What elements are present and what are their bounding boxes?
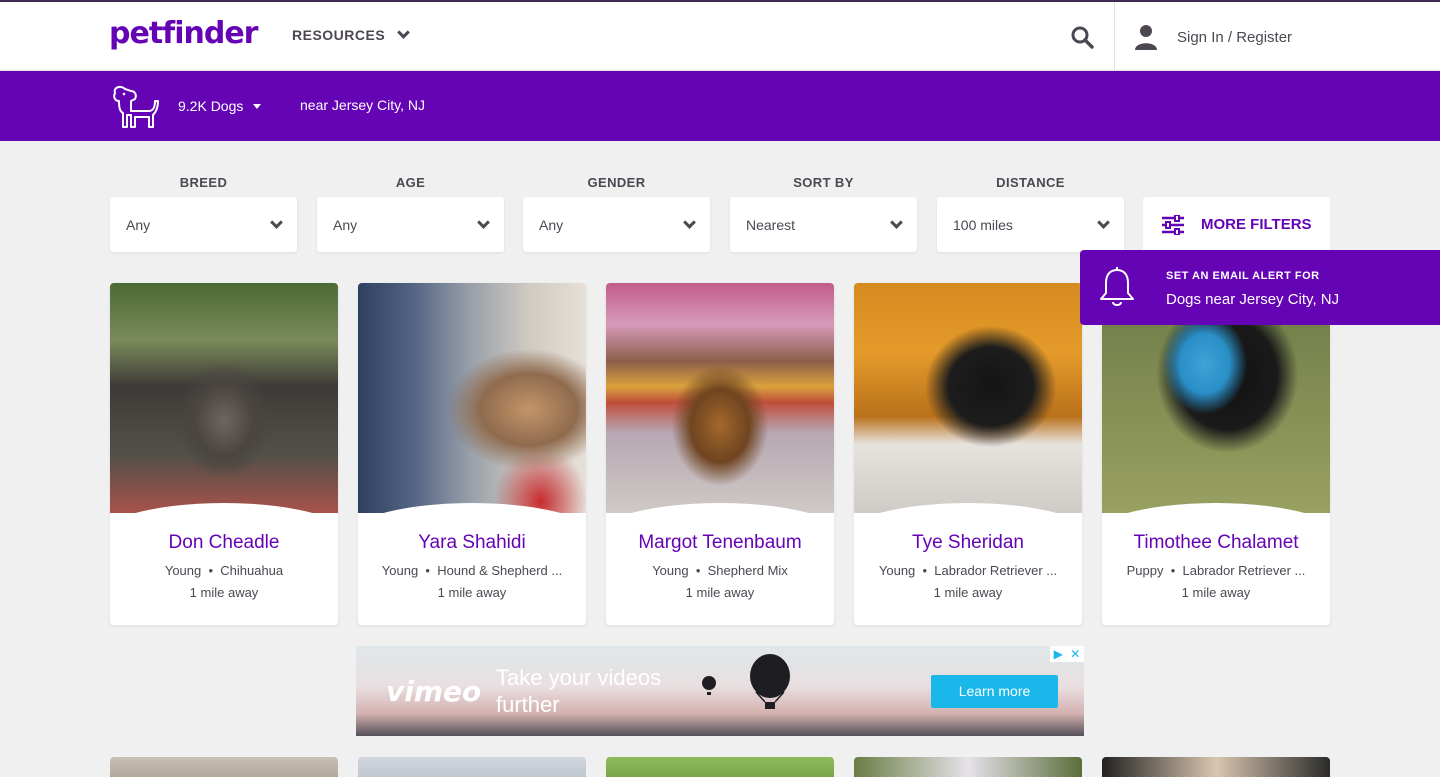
pet-photo xyxy=(606,283,834,513)
pet-card[interactable]: Don Cheadle Young • Chihuahua 1 mile awa… xyxy=(110,283,338,625)
filter-label: SORT BY xyxy=(793,175,854,190)
more-filters-button[interactable]: MORE FILTERS xyxy=(1143,197,1330,252)
filter-value: Any xyxy=(126,216,151,233)
ad-headline: Take your videos further xyxy=(496,665,662,717)
filter-label: BREED xyxy=(179,175,228,190)
pet-distance: 1 mile away xyxy=(685,585,755,600)
nav-divider xyxy=(1114,2,1115,72)
petfinder-logo[interactable]: petfinder xyxy=(109,16,258,51)
pet-card-partial[interactable] xyxy=(1102,757,1330,777)
pet-photo xyxy=(854,283,1082,513)
resources-menu[interactable]: RESOURCES xyxy=(292,26,411,43)
pet-distance: 1 mile away xyxy=(933,585,1003,600)
pet-age: Young xyxy=(652,563,689,578)
pet-name: Yara Shahidi xyxy=(418,532,526,553)
pet-name: Timothee Chalamet xyxy=(1133,532,1299,553)
pet-card[interactable]: Yara Shahidi Young • Hound & Shepherd ..… xyxy=(358,283,586,625)
pet-distance: 1 mile away xyxy=(1181,585,1251,600)
pet-card[interactable]: Margot Tenenbaum Young • Shepherd Mix 1 … xyxy=(606,283,834,625)
sort-by-select[interactable]: Nearest xyxy=(730,197,917,252)
filter-label: AGE xyxy=(395,175,426,190)
search-icon[interactable] xyxy=(1070,25,1094,49)
pet-card-partial[interactable] xyxy=(606,757,834,777)
filter-value: 100 miles xyxy=(953,216,1013,233)
pet-age: Young xyxy=(381,563,419,578)
pet-meta: Puppy • Labrador Retriever ... xyxy=(1126,563,1306,578)
advertisement-banner[interactable]: vimeo Take your videos further Learn mor… xyxy=(356,646,1084,736)
top-nav: petfinder RESOURCES Sign In / Register xyxy=(0,0,1440,72)
pet-name: Tye Sheridan xyxy=(912,532,1024,553)
filter-sort-by: SORT BY Nearest xyxy=(730,175,917,252)
pet-breed: Labrador Retriever ... xyxy=(1182,563,1306,578)
sliders-icon xyxy=(1162,214,1184,235)
age-select[interactable]: Any xyxy=(317,197,504,252)
filter-age: AGE Any xyxy=(317,175,504,252)
pet-breed: Hound & Shepherd ... xyxy=(437,563,563,578)
pet-card-partial[interactable] xyxy=(358,757,586,777)
pet-breed: Shepherd Mix xyxy=(707,563,788,578)
pet-card-partial[interactable] xyxy=(110,757,338,777)
pet-distance: 1 mile away xyxy=(437,585,507,600)
user-icon[interactable] xyxy=(1134,24,1158,50)
pet-age: Puppy xyxy=(1126,563,1164,578)
pet-distance: 1 mile away xyxy=(189,585,259,600)
chevron-down-icon xyxy=(397,26,411,39)
pet-age: Young xyxy=(878,563,916,578)
pet-card-partial[interactable] xyxy=(854,757,1082,777)
more-filters-label: MORE FILTERS xyxy=(1201,216,1312,233)
pet-meta: Young • Shepherd Mix xyxy=(652,563,788,578)
vimeo-logo: vimeo xyxy=(386,675,482,708)
distance-select[interactable]: 100 miles xyxy=(937,197,1124,252)
pet-card[interactable]: Timothee Chalamet Puppy • Labrador Retri… xyxy=(1102,283,1330,625)
filter-gender: GENDER Any xyxy=(523,175,710,252)
close-icon[interactable]: ✕ xyxy=(1070,647,1080,661)
sign-in-register-link[interactable]: Sign In / Register xyxy=(1177,29,1292,46)
location-link[interactable]: near Jersey City, NJ xyxy=(300,97,425,113)
ad-choices-icon[interactable]: ▶ xyxy=(1054,647,1063,661)
filter-label: DISTANCE xyxy=(996,175,1065,190)
pet-card[interactable]: Tye Sheridan Young • Labrador Retriever … xyxy=(854,283,1082,625)
email-alert-query: Dogs near Jersey City, NJ xyxy=(1166,291,1340,308)
email-alert-heading: SET AN EMAIL ALERT FOR xyxy=(1166,270,1320,282)
chevron-down-icon xyxy=(683,215,696,229)
animal-count-label: 9.2K Dogs xyxy=(178,98,244,114)
resources-label: RESOURCES xyxy=(292,27,386,43)
hot-air-balloon-icon xyxy=(702,676,716,695)
filter-value: Any xyxy=(539,216,564,233)
gender-select[interactable]: Any xyxy=(523,197,710,252)
filter-breed: BREED Any xyxy=(110,175,297,252)
filter-value: Any xyxy=(333,216,358,233)
animal-count-dropdown[interactable]: 9.2K Dogs xyxy=(178,98,262,114)
search-summary-bar: 9.2K Dogs near Jersey City, NJ xyxy=(0,71,1440,141)
filter-distance: DISTANCE 100 miles xyxy=(937,175,1124,252)
pet-name: Margot Tenenbaum xyxy=(638,532,802,553)
pet-meta: Young • Chihuahua xyxy=(164,563,284,578)
pet-age: Young xyxy=(164,563,202,578)
chevron-down-icon xyxy=(890,215,903,229)
breed-select[interactable]: Any xyxy=(110,197,297,252)
email-alert-banner[interactable]: SET AN EMAIL ALERT FOR Dogs near Jersey … xyxy=(1080,250,1440,325)
ad-learn-more-button[interactable]: Learn more xyxy=(931,675,1058,708)
caret-down-icon xyxy=(253,103,262,109)
pet-photo xyxy=(110,283,338,513)
pet-breed: Chihuahua xyxy=(220,563,284,578)
pet-photo xyxy=(358,283,586,513)
pet-meta: Young • Labrador Retriever ... xyxy=(878,563,1058,578)
bell-icon xyxy=(1100,267,1134,306)
pet-meta: Young • Hound & Shepherd ... xyxy=(381,563,563,578)
dog-icon xyxy=(113,85,159,128)
chevron-down-icon xyxy=(270,215,283,229)
chevron-down-icon xyxy=(477,215,490,229)
hot-air-balloon-icon xyxy=(750,654,790,709)
filter-label: GENDER xyxy=(587,175,646,190)
filter-value: Nearest xyxy=(746,216,796,233)
ad-choices[interactable]: ▶ ✕ xyxy=(1050,646,1084,662)
chevron-down-icon xyxy=(1097,215,1110,229)
pet-name: Don Cheadle xyxy=(168,532,280,553)
pet-breed: Labrador Retriever ... xyxy=(934,563,1058,578)
